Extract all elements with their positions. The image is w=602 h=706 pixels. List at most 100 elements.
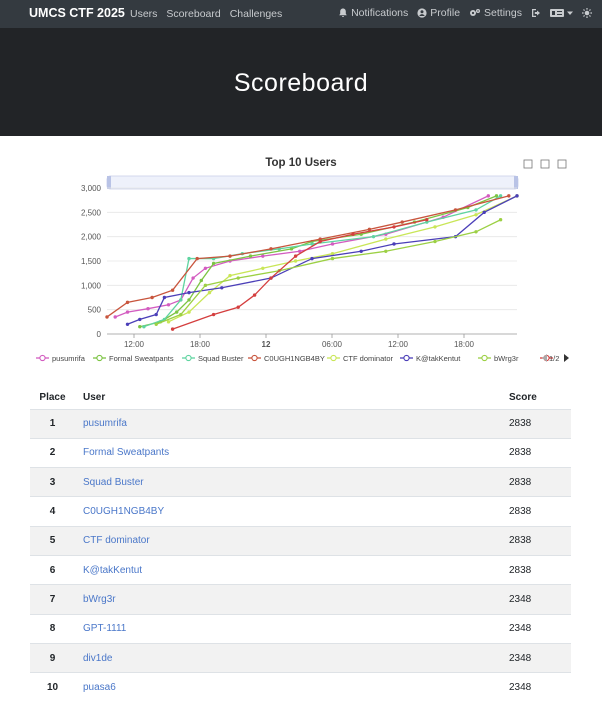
series-point (261, 266, 265, 270)
row-user: puasa6 (75, 672, 501, 702)
legend-item-label[interactable]: Squad Buster (198, 354, 244, 363)
nav-challenges-link[interactable]: Challenges (230, 8, 283, 20)
row-user: bWrg3r (75, 584, 501, 615)
legend-marker[interactable] (403, 354, 410, 362)
series-point (211, 261, 216, 266)
header-score: Score (509, 391, 537, 403)
legend-prev-arrow[interactable] (542, 354, 547, 362)
chart-title: Top 10 Users (265, 157, 336, 169)
user-link[interactable]: bWrg3r (83, 594, 116, 605)
legend-item-label[interactable]: CTF dominator (343, 354, 394, 363)
row-place: 5 (30, 525, 75, 556)
series-point (482, 210, 486, 215)
user-link[interactable]: div1de (83, 653, 112, 664)
user-link[interactable]: pusumrifa (83, 418, 127, 429)
table-row: 2 Formal Sweatpants 2838 (30, 437, 571, 468)
series-point (138, 325, 142, 329)
theme-toggle[interactable] (582, 8, 592, 18)
legend-item-label[interactable]: bWrg3r (494, 354, 519, 363)
logout-link[interactable] (531, 8, 541, 18)
series-line (114, 195, 489, 318)
series-point (392, 225, 396, 229)
score-chart-svg: Top 10 Users 0 500 1,000 1,500 2,000 2,500 3,00… (36, 157, 569, 363)
legend-item-label[interactable]: C0UGH1NGB4BY (264, 354, 325, 363)
notifications-label: Notifications (351, 7, 409, 19)
series-point (400, 220, 404, 224)
series-point (175, 310, 179, 314)
datazoom-handle-right[interactable] (514, 176, 518, 189)
user-link[interactable]: Squad Buster (83, 477, 144, 488)
brand-link[interactable]: UMCS CTF 2025 (29, 6, 125, 20)
series-point (293, 254, 298, 258)
table-row: 8 GPT-1111 2348 (30, 613, 571, 644)
series-point (195, 256, 199, 261)
legend-page-indicator: 1/2 (549, 354, 559, 363)
user-link[interactable]: puasa6 (83, 682, 116, 693)
legend-item-label[interactable]: pusumrifa (52, 354, 86, 363)
y-tick-label: 0 (97, 330, 102, 339)
download-icon[interactable] (557, 159, 567, 169)
datazoom-slider[interactable] (106, 175, 519, 190)
y-tick-label: 500 (88, 306, 102, 315)
series-point (162, 295, 167, 300)
y-tick-label: 1,000 (81, 281, 102, 290)
series-point (191, 276, 195, 280)
language-dropdown[interactable] (550, 8, 573, 18)
user-link[interactable]: CTF dominator (83, 535, 150, 546)
table-row: 1 pusumrifa 2838 (30, 408, 571, 439)
x-tick-label: 18:00 (190, 340, 211, 349)
x-tick-label: 12:00 (388, 340, 409, 349)
series-point (125, 300, 130, 305)
row-place: 8 (30, 613, 75, 644)
row-place: 2 (30, 437, 75, 468)
datazoom-handle-left[interactable] (107, 176, 111, 189)
row-score: 2838 (501, 496, 571, 527)
x-tick-label: 12:00 (124, 340, 145, 349)
row-score: 2348 (501, 642, 571, 673)
row-score: 2838 (501, 437, 571, 468)
legend-item-label[interactable]: Formal Sweatpants (109, 354, 174, 363)
table-row: 9 div1de 2348 (30, 642, 571, 673)
legend-marker[interactable] (481, 354, 488, 362)
user-link[interactable]: GPT-1111 (83, 623, 126, 634)
series-point (269, 247, 273, 251)
nav-settings-link[interactable]: Settings (469, 7, 522, 19)
user-link[interactable]: K@takKentut (83, 565, 142, 576)
series-point (425, 218, 429, 222)
legend-marker[interactable] (251, 354, 258, 362)
restore-icon[interactable] (540, 159, 550, 169)
row-place: 4 (30, 496, 75, 527)
nav-notifications-link[interactable]: Notifications (338, 7, 408, 19)
table-row: 5 CTF dominator 2838 (30, 525, 571, 556)
series-point (433, 239, 437, 244)
series-line (168, 195, 518, 323)
legend-next-arrow[interactable] (564, 354, 569, 362)
nav-profile-link[interactable]: Profile (417, 7, 460, 19)
series-point (187, 310, 191, 314)
series-point (453, 208, 458, 212)
row-score: 2348 (501, 672, 571, 702)
series-point (351, 232, 355, 236)
legend-marker[interactable] (39, 354, 46, 362)
series-point (371, 234, 376, 239)
user-link[interactable]: Formal Sweatpants (83, 447, 169, 458)
nav-users-link[interactable]: Users (130, 8, 157, 20)
series-point (261, 254, 265, 258)
legend-marker[interactable] (96, 354, 103, 362)
series-point (187, 290, 191, 295)
y-tick-label: 1,500 (81, 257, 102, 266)
x-tick-label: 06:00 (322, 340, 343, 349)
series-point (507, 194, 511, 198)
series-point (515, 194, 519, 198)
nav-scoreboard-link[interactable]: Scoreboard (166, 8, 220, 20)
scoreboard-table-wrap: Place User Score 1 pusumrifa 2838 2 Formal S… (30, 386, 571, 702)
row-place: 9 (30, 642, 75, 673)
user-link[interactable]: C0UGH1NGB4BY (83, 506, 164, 517)
legend-item-label[interactable]: K@takKentut (416, 354, 461, 363)
series-point (220, 286, 224, 290)
caret-down-icon (567, 11, 573, 15)
row-user: div1de (75, 642, 501, 673)
legend-marker[interactable] (330, 354, 337, 362)
legend-marker[interactable] (185, 354, 192, 362)
zoom-icon[interactable] (523, 159, 533, 169)
